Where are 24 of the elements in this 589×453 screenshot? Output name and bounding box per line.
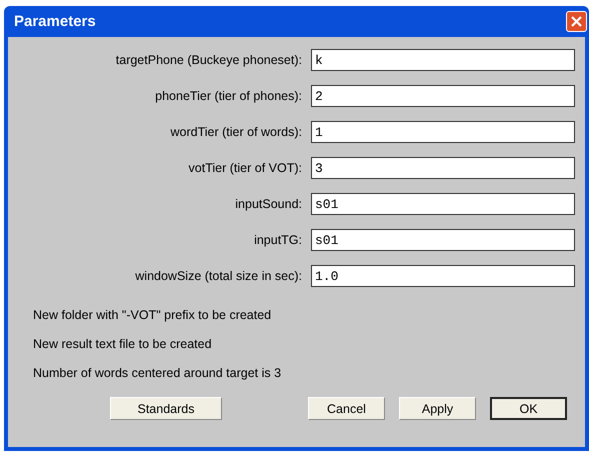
- dialog-button[interactable]: OK: [490, 397, 567, 420]
- info-text: Number of words centered around target is 3: [33, 365, 282, 382]
- close-icon: [570, 15, 583, 28]
- input-field[interactable]: s01: [311, 193, 575, 215]
- field-label: votTier (tier of VOT):: [188, 161, 302, 175]
- dialog-button[interactable]: Cancel: [308, 397, 385, 420]
- close-button[interactable]: [566, 11, 587, 32]
- dialog-button[interactable]: Apply: [399, 397, 476, 420]
- field-label: wordTier (tier of words):: [170, 125, 302, 139]
- info-text: New folder with "-VOT" prefix to be created: [33, 307, 272, 324]
- input-field[interactable]: k: [311, 49, 575, 71]
- field-label: inputTG:: [254, 233, 302, 247]
- input-field[interactable]: 3: [311, 157, 575, 179]
- dialog-button[interactable]: Standards: [110, 397, 222, 420]
- field-label: phoneTier (tier of phones):: [155, 89, 302, 103]
- field-label: targetPhone (Buckeye phoneset):: [116, 53, 302, 67]
- input-field[interactable]: 2: [311, 85, 575, 107]
- window-title: Parameters: [14, 13, 96, 30]
- field-label: inputSound:: [235, 197, 302, 211]
- input-field[interactable]: 1: [311, 121, 575, 143]
- input-field[interactable]: s01: [311, 229, 575, 251]
- input-field[interactable]: 1.0: [311, 265, 575, 287]
- info-text: New result text file to be created: [33, 336, 213, 353]
- field-label: windowSize (total size in sec):: [135, 269, 302, 283]
